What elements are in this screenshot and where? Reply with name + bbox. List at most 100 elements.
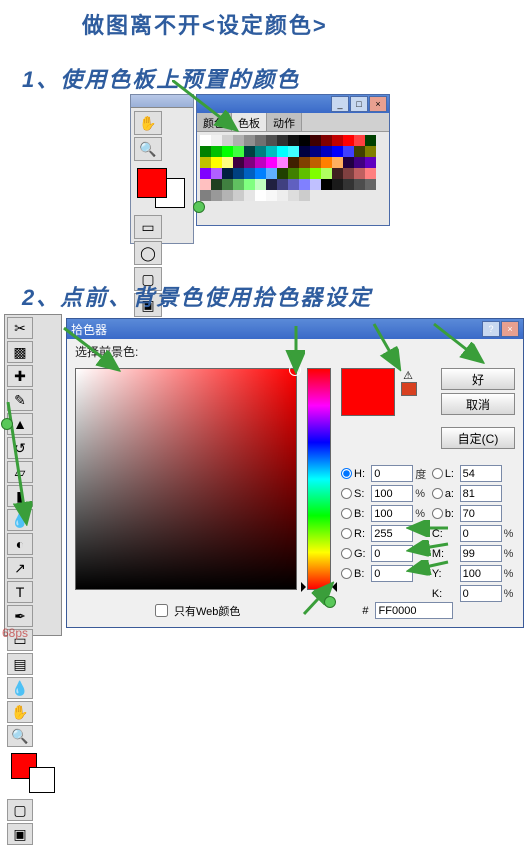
crop-tool[interactable]: ✂ [7, 317, 33, 339]
swatch[interactable] [266, 190, 277, 201]
swatch[interactable] [332, 179, 343, 190]
swatch[interactable] [321, 146, 332, 157]
br-radio[interactable]: B: [341, 508, 367, 520]
swatch[interactable] [321, 157, 332, 168]
swatch[interactable] [266, 157, 277, 168]
k-input[interactable] [460, 585, 502, 602]
swatch[interactable] [244, 135, 255, 146]
swatch[interactable] [354, 157, 365, 168]
screen-a[interactable]: ▢ [7, 799, 33, 821]
hand-tool[interactable]: ✋ [134, 111, 162, 135]
hex-input[interactable] [375, 602, 453, 619]
swatch[interactable] [288, 168, 299, 179]
swatch[interactable] [365, 168, 376, 179]
a-radio[interactable]: a: [432, 488, 456, 500]
swatch[interactable] [255, 146, 266, 157]
swatch[interactable] [310, 146, 321, 157]
swatch[interactable] [321, 179, 332, 190]
swatch[interactable] [288, 190, 299, 201]
bb-input[interactable] [460, 505, 502, 522]
l-radio[interactable]: L: [432, 468, 456, 480]
note-tool[interactable]: ▤ [7, 653, 33, 675]
swatch[interactable] [343, 146, 354, 157]
swatch[interactable] [365, 179, 376, 190]
swatch[interactable] [233, 157, 244, 168]
swatch[interactable] [299, 157, 310, 168]
swatch[interactable] [299, 190, 310, 201]
swatch[interactable] [255, 168, 266, 179]
swatch[interactable] [233, 190, 244, 201]
swatch[interactable] [244, 179, 255, 190]
h-radio[interactable]: H: [341, 468, 367, 480]
swatch[interactable] [233, 146, 244, 157]
path-tool[interactable]: ↗ [7, 557, 33, 579]
swatch[interactable] [200, 190, 211, 201]
swatch[interactable] [200, 168, 211, 179]
swatch[interactable] [332, 168, 343, 179]
zoom-tool[interactable]: 🔍 [134, 137, 162, 161]
swatch[interactable] [255, 157, 266, 168]
y-input[interactable] [460, 565, 502, 582]
heal-tool[interactable]: ✚ [7, 365, 33, 387]
slice-tool[interactable]: ▩ [7, 341, 33, 363]
close-icon[interactable]: × [369, 96, 387, 112]
swatch[interactable] [299, 135, 310, 146]
color-field[interactable] [75, 368, 297, 590]
swatch[interactable] [365, 157, 376, 168]
gamut-swatch[interactable] [401, 382, 417, 396]
swatch[interactable] [200, 179, 211, 190]
swatch[interactable] [321, 135, 332, 146]
swatch[interactable] [211, 168, 222, 179]
minimize-icon[interactable]: _ [331, 96, 349, 112]
swatch[interactable] [222, 168, 233, 179]
swatch[interactable] [222, 146, 233, 157]
cancel-button[interactable]: 取消 [441, 393, 515, 415]
dodge-tool[interactable]: ◐ [7, 533, 33, 555]
swatch[interactable] [255, 190, 266, 201]
a-input[interactable] [460, 485, 502, 502]
swatch[interactable] [332, 157, 343, 168]
swatch[interactable] [321, 168, 332, 179]
swatch[interactable] [277, 190, 288, 201]
swatch[interactable] [244, 190, 255, 201]
swatch[interactable] [244, 157, 255, 168]
swatch[interactable] [266, 168, 277, 179]
l-input[interactable] [460, 465, 502, 482]
swatch[interactable] [343, 157, 354, 168]
swatch[interactable] [354, 179, 365, 190]
swatch[interactable] [266, 135, 277, 146]
swatch[interactable] [277, 168, 288, 179]
swatch[interactable] [343, 179, 354, 190]
swatch[interactable] [288, 179, 299, 190]
swatch[interactable] [244, 146, 255, 157]
r-radio[interactable]: R: [341, 528, 367, 540]
swatch[interactable] [211, 190, 222, 201]
c-input[interactable] [460, 525, 502, 542]
swatch[interactable] [299, 168, 310, 179]
foreground-swatch[interactable] [137, 168, 167, 198]
swatch[interactable] [233, 168, 244, 179]
swatch[interactable] [310, 135, 321, 146]
mode-mask[interactable]: ◯ [134, 241, 162, 265]
web-only-checkbox[interactable] [155, 604, 168, 617]
swatch[interactable] [222, 190, 233, 201]
swatch[interactable] [365, 135, 376, 146]
swatch[interactable] [277, 135, 288, 146]
swatch[interactable] [354, 168, 365, 179]
swatch[interactable] [288, 135, 299, 146]
hue-slider[interactable] [307, 368, 331, 590]
swatch[interactable] [332, 135, 343, 146]
swatch[interactable] [255, 135, 266, 146]
eyedrop-tool[interactable]: 💧 [7, 677, 33, 699]
swatch[interactable] [343, 135, 354, 146]
swatch[interactable] [233, 179, 244, 190]
swatch[interactable] [211, 179, 222, 190]
text-tool[interactable]: T [7, 581, 33, 603]
swatch[interactable] [365, 146, 376, 157]
s-input[interactable] [371, 485, 413, 502]
swatch[interactable] [310, 157, 321, 168]
screen-b[interactable]: ▣ [7, 823, 33, 845]
swatch[interactable] [222, 157, 233, 168]
tab-actions[interactable]: 动作 [267, 113, 302, 131]
swatch[interactable] [299, 179, 310, 190]
